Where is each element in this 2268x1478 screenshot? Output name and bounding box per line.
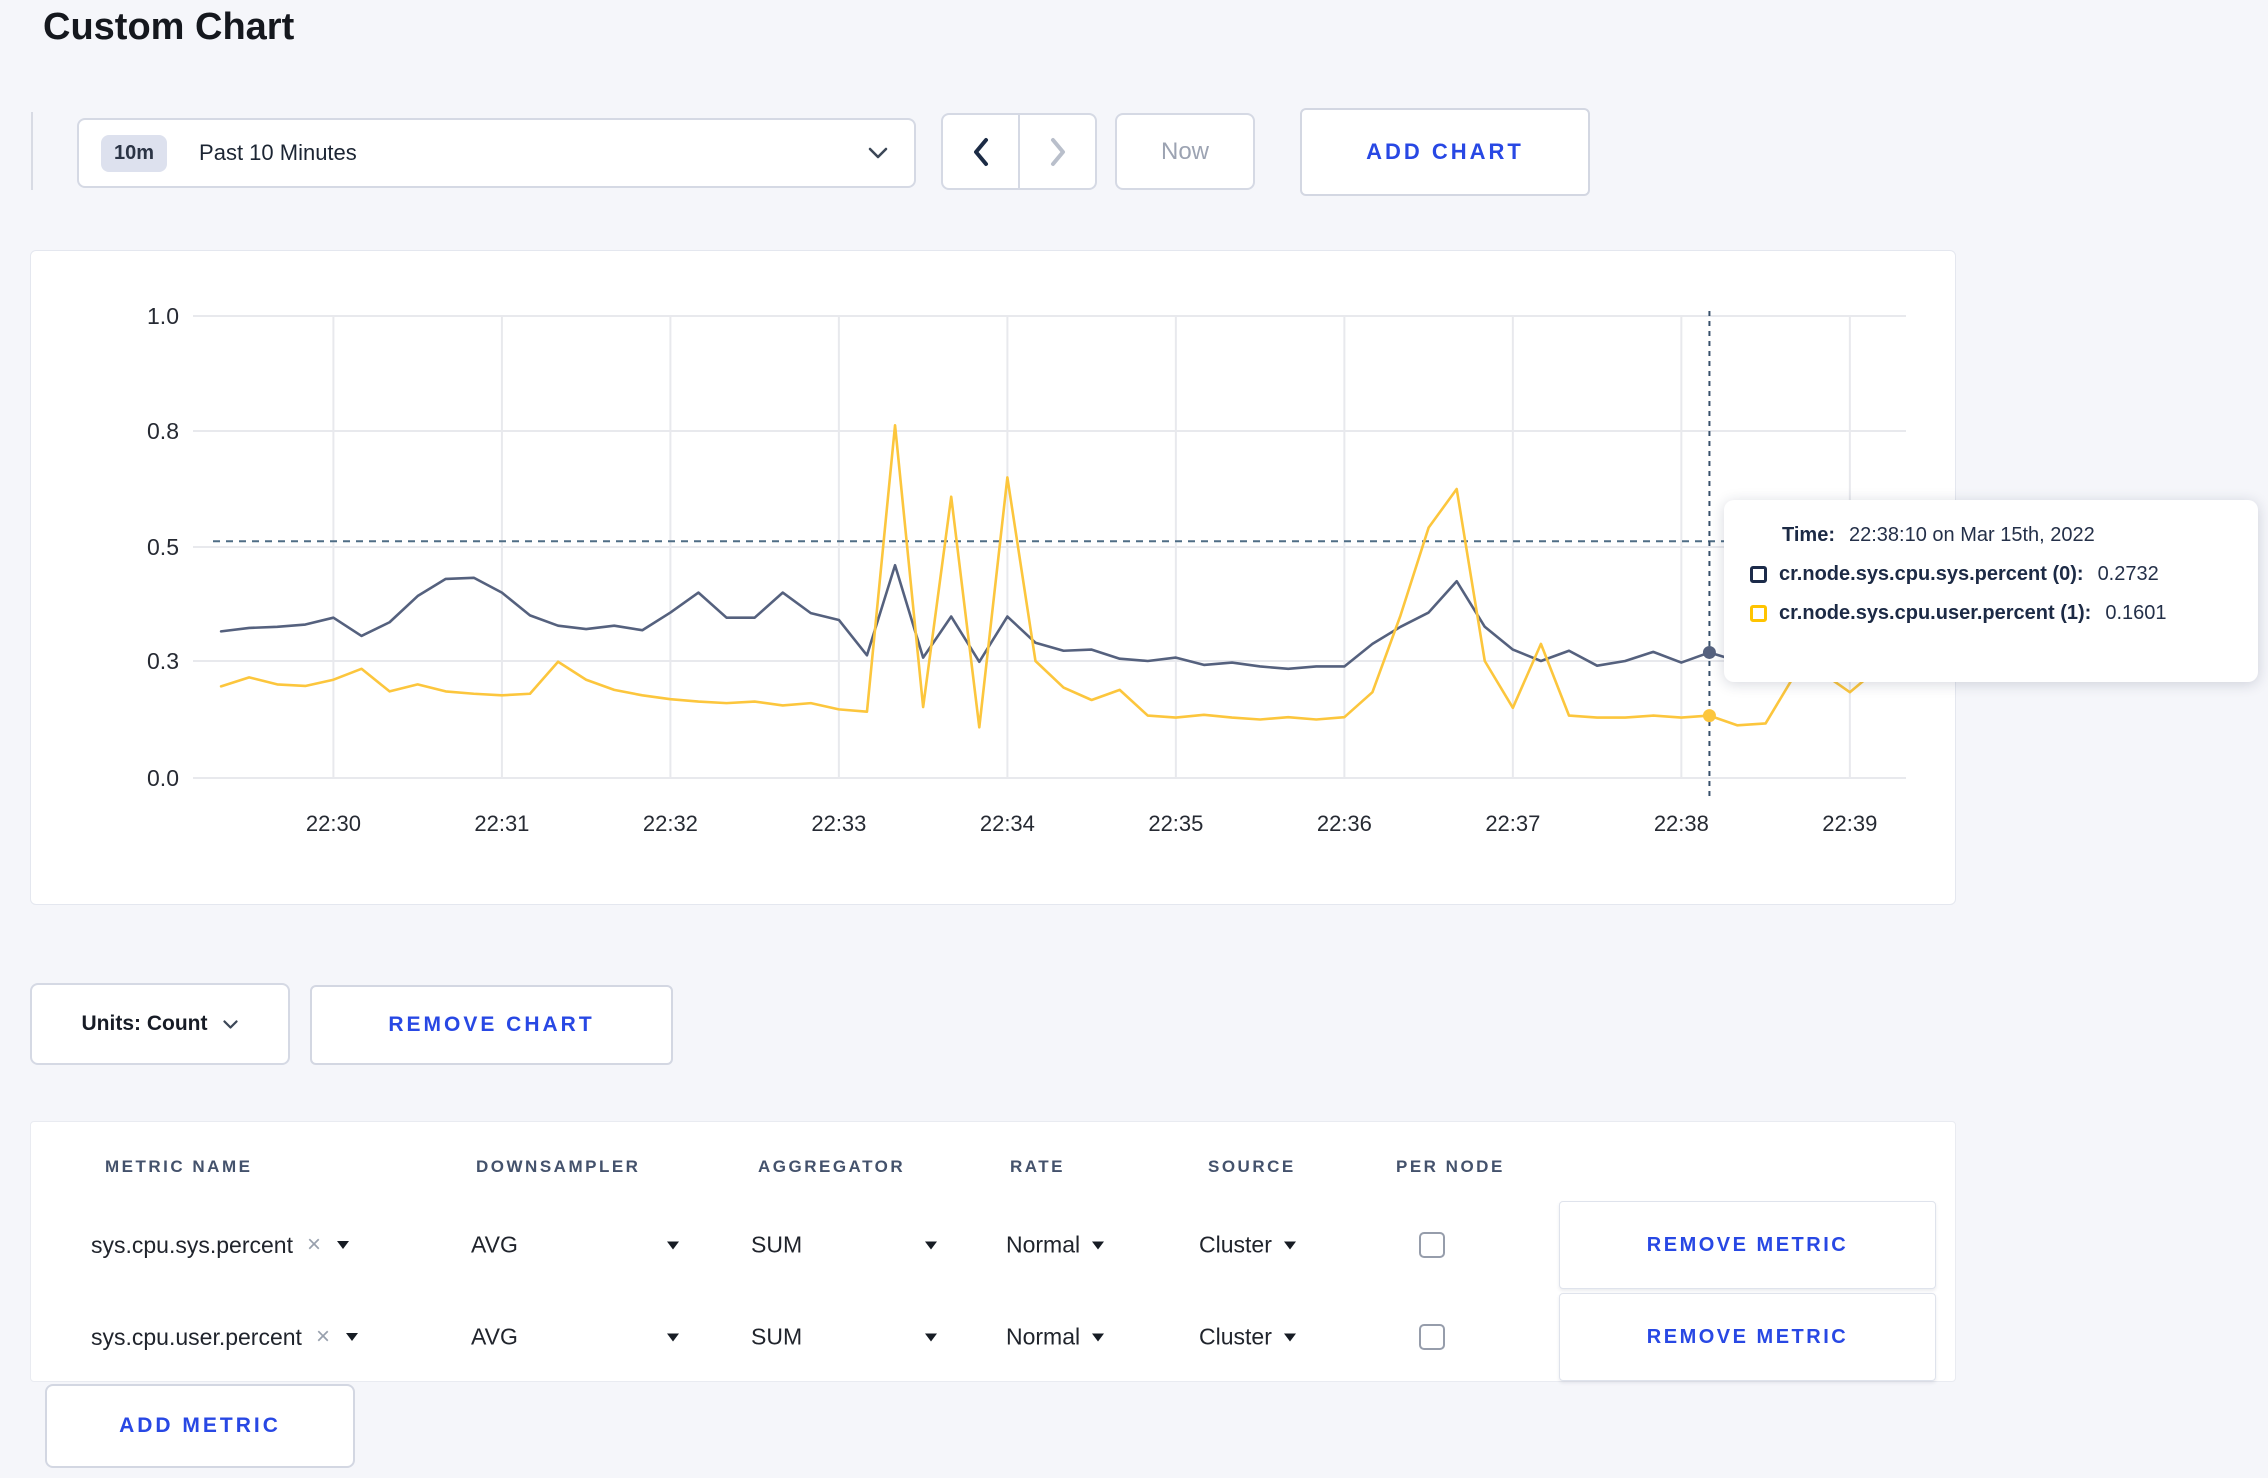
tooltip-series-list: cr.node.sys.cpu.sys.percent (0): 0.2732 cr… xyxy=(1750,563,2232,625)
series-legend-swatch-icon xyxy=(1750,566,1767,583)
x-axis-tick-label: 22:35 xyxy=(1148,811,1203,836)
dropdown-arrow-icon xyxy=(925,1241,937,1249)
x-axis-tick-label: 22:30 xyxy=(306,811,361,836)
aggregator-value: SUM xyxy=(751,1323,803,1350)
y-axis-tick-label: 1.0 xyxy=(147,303,179,329)
column-header: PER NODE xyxy=(1396,1157,1505,1176)
tooltip-time-value: 22:38:10 on Mar 15th, 2022 xyxy=(1848,524,2095,546)
toolbar-left-divider xyxy=(31,112,33,190)
source-dropdown[interactable]: Cluster xyxy=(1199,1232,1296,1259)
aggregator-value: SUM xyxy=(751,1231,803,1258)
page-title: Custom Chart xyxy=(43,6,295,48)
chevron-down-icon xyxy=(868,147,888,159)
column-header: METRIC NAME xyxy=(105,1157,253,1176)
chart-panel[interactable]: 0.0 0.3 0.5 0.8 1.0 22:30 22:31 22:32 22:33 22:34… xyxy=(30,250,1956,905)
metric-row: sys.cpu.user.percent × AVG SUM Normal Cl… xyxy=(31,1291,1955,1383)
x-axis-tick-label: 22:37 xyxy=(1485,811,1540,836)
series-line xyxy=(219,423,1880,729)
x-axis-tick-label: 22:34 xyxy=(980,811,1035,836)
column-header: AGGREGATOR xyxy=(758,1157,906,1176)
aggregator-dropdown[interactable]: SUM xyxy=(751,1232,937,1259)
dropdown-arrow-icon xyxy=(1283,1333,1296,1341)
per-node-checkbox[interactable] xyxy=(1419,1324,1445,1350)
metric-row: sys.cpu.sys.percent × AVG SUM Normal Clu… xyxy=(31,1199,1955,1291)
metric-name: sys.cpu.user.percent xyxy=(91,1323,302,1350)
metric-name: sys.cpu.sys.percent xyxy=(91,1231,293,1258)
add-chart-button[interactable]: ADD CHART xyxy=(1300,108,1590,196)
y-axis-tick-label: 0.3 xyxy=(147,648,179,674)
y-axis-tick-label: 0.5 xyxy=(147,534,179,560)
dropdown-arrow-icon xyxy=(1283,1241,1296,1249)
column-header: RATE xyxy=(1010,1157,1066,1176)
rate-value: Normal xyxy=(1006,1231,1081,1258)
remove-metric-button[interactable]: REMOVE METRIC xyxy=(1559,1201,1936,1289)
dropdown-arrow-icon xyxy=(336,1241,349,1249)
add-metric-button[interactable]: ADD METRIC xyxy=(45,1384,355,1468)
remove-metric-button[interactable]: REMOVE METRIC xyxy=(1559,1293,1936,1381)
x-axis-tick-label: 22:32 xyxy=(643,811,698,836)
rate-dropdown[interactable]: Normal xyxy=(1006,1231,1105,1259)
metric-name-dropdown[interactable]: sys.cpu.user.percent × xyxy=(91,1323,358,1351)
units-dropdown[interactable]: Units: Count xyxy=(30,983,290,1065)
time-window-badge: 10m xyxy=(101,134,168,172)
time-back-button[interactable] xyxy=(943,115,1018,188)
tooltip-series-label: cr.node.sys.cpu.sys.percent (0): xyxy=(1779,563,2084,585)
tooltip-series-row: cr.node.sys.cpu.user.percent (1): 0.1601 xyxy=(1750,602,2232,625)
series-line xyxy=(219,563,1880,671)
aggregator-dropdown[interactable]: SUM xyxy=(751,1324,937,1351)
column-header: SOURCE xyxy=(1208,1157,1296,1176)
series-legend-swatch-icon xyxy=(1750,605,1767,622)
downsampler-dropdown[interactable]: AVG xyxy=(471,1232,679,1259)
source-dropdown[interactable]: Cluster xyxy=(1199,1324,1296,1351)
metrics-table-header: METRIC NAME DOWNSAMPLER AGGREGATOR RATE SOUR… xyxy=(31,1147,1955,1187)
dropdown-arrow-icon xyxy=(667,1333,679,1341)
custom-chart-page: { "page": { "title": "Custom Chart" }, "… xyxy=(0,0,2268,1478)
dropdown-arrow-icon xyxy=(1092,1333,1105,1341)
crosshair-point-marker xyxy=(1702,709,1716,723)
chart-hover-tooltip: Time: 22:38:10 on Mar 15th, 2022 cr.node… xyxy=(1724,500,2258,682)
downsampler-dropdown[interactable]: AVG xyxy=(471,1324,679,1351)
source-value: Cluster xyxy=(1199,1323,1272,1350)
time-forward-button[interactable] xyxy=(1018,115,1095,188)
tooltip-time-label: Time: xyxy=(1782,524,1835,546)
dropdown-arrow-icon xyxy=(345,1333,358,1341)
remove-metric-x-icon[interactable]: × xyxy=(316,1323,330,1351)
chevron-right-icon xyxy=(1050,137,1065,166)
metric-name-dropdown[interactable]: sys.cpu.sys.percent × xyxy=(91,1231,349,1259)
now-button[interactable]: Now xyxy=(1115,113,1255,190)
downsampler-value: AVG xyxy=(471,1323,518,1350)
units-label: Units: Count xyxy=(81,1012,208,1035)
x-axis-tick-label: 22:38 xyxy=(1654,811,1709,836)
x-axis-tick-label: 22:33 xyxy=(811,811,866,836)
rate-value: Normal xyxy=(1006,1323,1081,1350)
remove-chart-button[interactable]: REMOVE CHART xyxy=(310,985,673,1065)
dropdown-arrow-icon xyxy=(925,1333,937,1341)
timeseries-chart[interactable]: 0.0 0.3 0.5 0.8 1.0 22:30 22:31 22:32 22:33 22:34… xyxy=(31,251,1957,906)
downsampler-value: AVG xyxy=(471,1231,518,1258)
x-axis-tick-label: 22:39 xyxy=(1822,811,1877,836)
column-header: DOWNSAMPLER xyxy=(476,1157,641,1176)
dropdown-arrow-icon xyxy=(667,1241,679,1249)
y-axis-tick-label: 0.8 xyxy=(147,418,179,444)
time-window-label: Past 10 Minutes xyxy=(199,140,357,165)
x-axis-tick-label: 22:31 xyxy=(474,811,529,836)
tooltip-series-label: cr.node.sys.cpu.user.percent (1): xyxy=(1779,602,2092,624)
remove-metric-x-icon[interactable]: × xyxy=(307,1231,321,1259)
dropdown-arrow-icon xyxy=(1092,1241,1105,1249)
source-value: Cluster xyxy=(1199,1231,1272,1258)
tooltip-series-value: 0.1601 xyxy=(2105,602,2167,624)
x-axis-tick-label: 22:36 xyxy=(1317,811,1372,836)
time-nav-group xyxy=(941,113,1097,190)
chevron-down-icon xyxy=(223,1019,239,1029)
per-node-checkbox[interactable] xyxy=(1419,1232,1445,1258)
y-axis-tick-label: 0.0 xyxy=(147,765,179,791)
tooltip-series-value: 0.2732 xyxy=(2097,563,2159,585)
rate-dropdown[interactable]: Normal xyxy=(1006,1323,1105,1351)
time-window-dropdown[interactable]: 10m Past 10 Minutes xyxy=(77,118,916,188)
chevron-left-icon xyxy=(973,137,988,166)
tooltip-series-row: cr.node.sys.cpu.sys.percent (0): 0.2732 xyxy=(1750,563,2232,586)
metrics-table: METRIC NAME DOWNSAMPLER AGGREGATOR RATE SOUR… xyxy=(30,1121,1956,1382)
crosshair-point-marker xyxy=(1702,645,1716,659)
